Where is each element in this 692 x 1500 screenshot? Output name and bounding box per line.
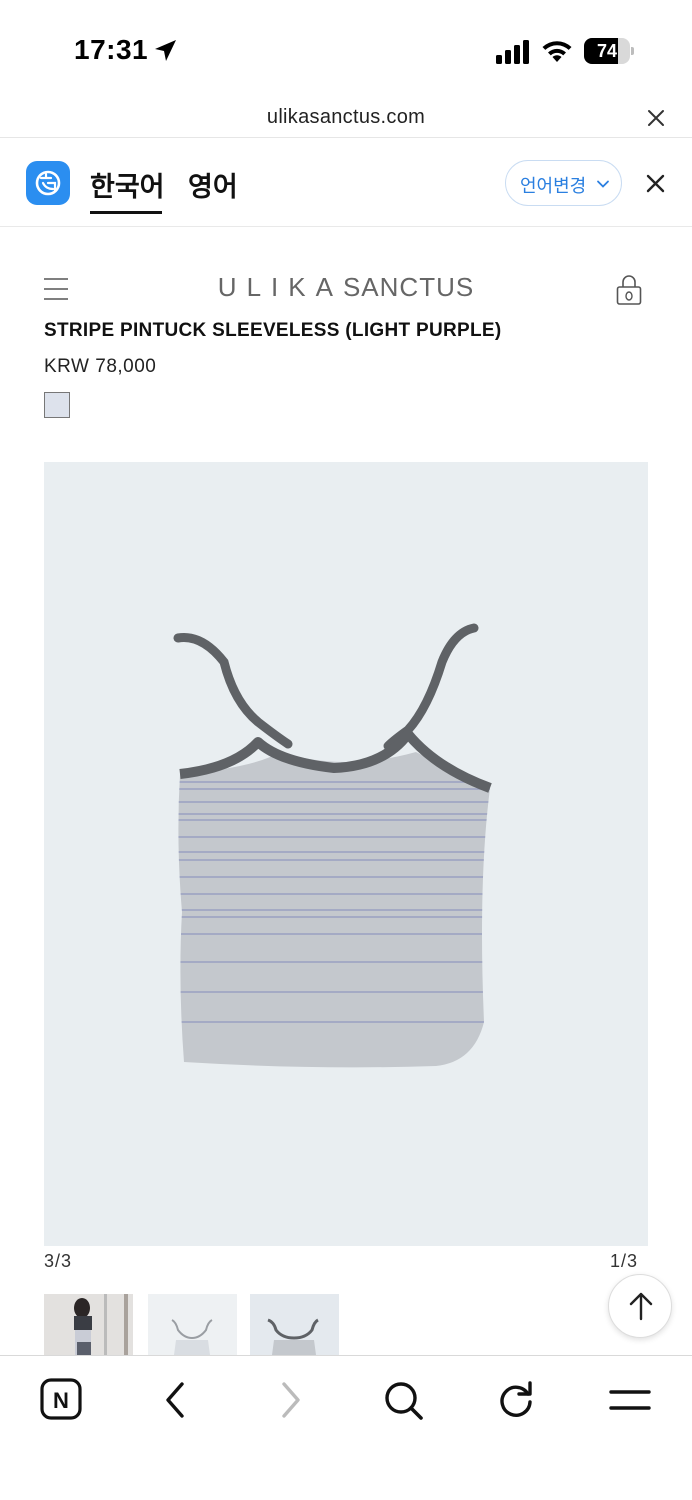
translate-bar: 한국어 영어 언어변경 [0,139,692,227]
product-price: KRW 78,000 [44,356,157,377]
forward-button[interactable] [268,1378,312,1422]
menu-button[interactable] [608,1378,652,1422]
thumbnail-back[interactable] [250,1294,339,1355]
site-logo[interactable]: ULIKASANCTUS [0,272,692,303]
search-icon [385,1382,423,1420]
product-image[interactable] [44,462,648,1246]
thumbnail-front[interactable] [148,1294,237,1355]
menu-icon [609,1390,651,1410]
image-counter-current: 1/3 [610,1251,639,1271]
thumbnail-strip [44,1294,344,1355]
language-change-label: 언어변경 [520,176,587,196]
translate-logo-icon [26,161,70,205]
thumbnail-model[interactable] [44,1294,133,1355]
wifi-icon [542,41,572,62]
scroll-to-top-button[interactable] [608,1274,672,1338]
browser-toolbar: N [0,1355,692,1500]
close-translate-icon[interactable] [646,174,665,193]
image-counter-total: 3/3 [44,1251,73,1271]
reload-icon [500,1381,532,1417]
active-tab-indicator [90,211,162,214]
reload-button[interactable] [494,1378,538,1422]
battery-indicator: 74 [584,38,634,64]
search-button[interactable] [381,1378,425,1422]
cellular-signal-icon [496,40,529,64]
close-icon[interactable] [646,108,666,128]
tank-top-illustration [173,623,492,1068]
arrow-up-icon [629,1292,653,1321]
cart-bag-icon[interactable] [616,274,642,306]
back-button[interactable] [154,1378,198,1422]
language-change-button[interactable]: 언어변경 [505,160,622,206]
home-button[interactable]: N [40,1378,84,1422]
tab-korean[interactable]: 한국어 [90,165,165,204]
location-arrow-icon [155,40,176,61]
color-swatch[interactable] [44,392,70,418]
battery-level: 74 [596,41,618,61]
chevron-down-icon [597,180,609,188]
status-bar: 17:31 74 [0,0,692,100]
tab-english[interactable]: 영어 [188,165,238,204]
url-text[interactable]: ulikasanctus.com [0,106,692,129]
status-time: 17:31 [74,34,149,65]
forward-icon [282,1382,300,1418]
url-bar[interactable]: ulikasanctus.com [0,100,692,138]
product-title: STRIPE PINTUCK SLEEVELESS (LIGHT PURPLE) [44,320,502,341]
svg-text:N: N [53,1388,69,1413]
back-icon [166,1382,184,1418]
home-icon: N [40,1378,82,1420]
